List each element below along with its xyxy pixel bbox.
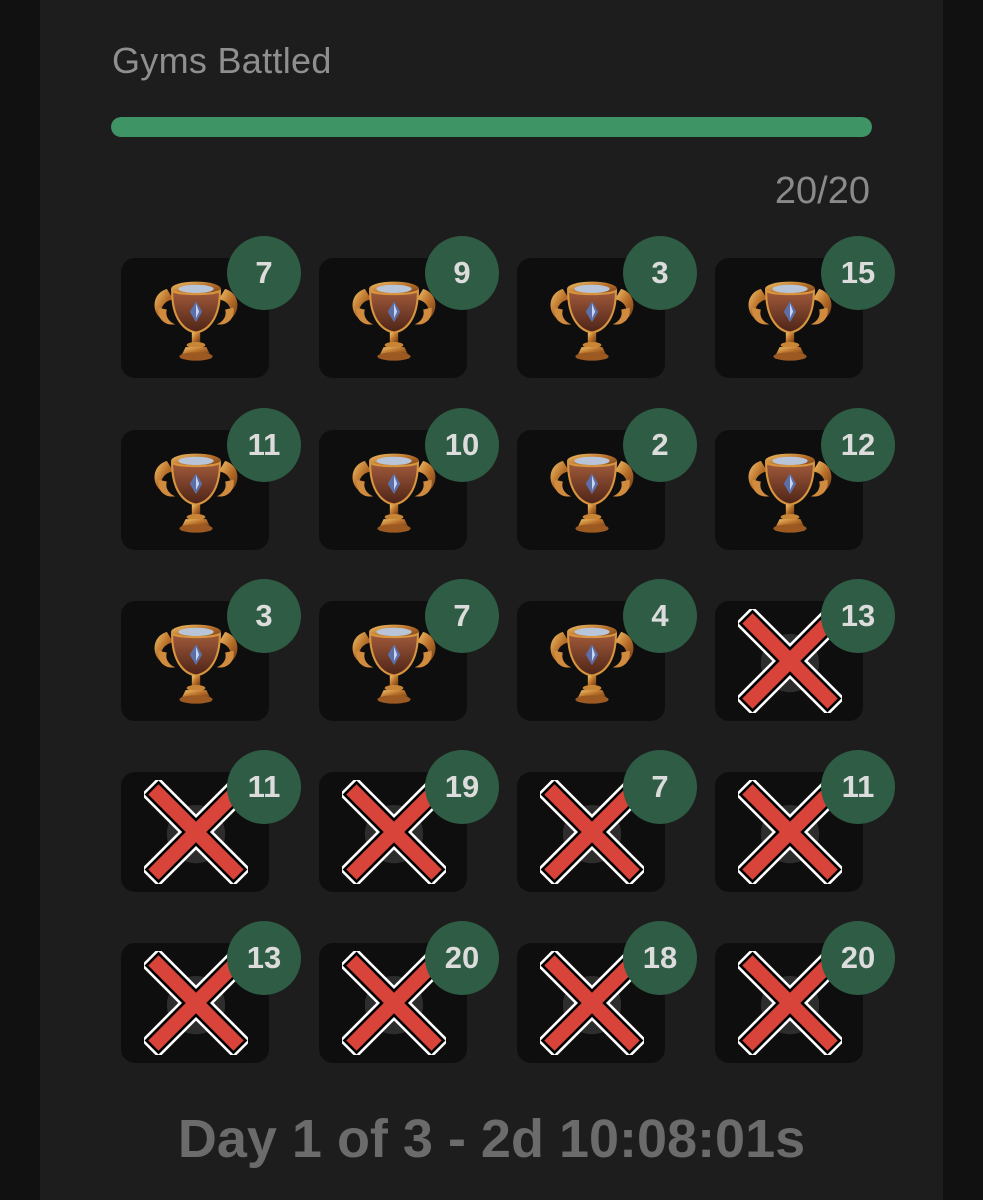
gym-tile[interactable]: 12 [715,408,895,550]
gym-count-badge: 4 [623,579,697,653]
gym-count-badge: 12 [821,408,895,482]
gym-count-badge: 11 [227,408,301,482]
gym-tile[interactable]: 7 [121,236,301,378]
event-timer: Day 1 of 3 - 2d 10:08:01s [177,1109,806,1169]
gym-count-badge: 18 [623,921,697,995]
gym-count-badge: 11 [821,750,895,824]
gym-count-badge: 7 [425,579,499,653]
gym-count-badge: 20 [425,921,499,995]
gym-tile[interactable]: 10 [319,408,499,550]
gym-count-badge: 7 [227,236,301,310]
gym-tile[interactable]: 2 [517,408,697,550]
gym-count-badge: 15 [821,236,895,310]
gym-count-badge: 9 [425,236,499,310]
gym-tile[interactable]: 3 [517,236,697,378]
gym-count-badge: 3 [623,236,697,310]
gym-count-badge: 19 [425,750,499,824]
gym-count-badge: 11 [227,750,301,824]
gym-grid: 7 9 3 15 11 10 2 12 3 7 4 13 11 19 7 11 … [0,0,983,1100]
gym-tile[interactable]: 4 [517,579,697,721]
gym-tile[interactable]: 3 [121,579,301,721]
gym-count-badge: 10 [425,408,499,482]
gym-tile[interactable]: 15 [715,236,895,378]
gym-tile[interactable]: 7 [319,579,499,721]
gym-count-badge: 2 [623,408,697,482]
gym-tile[interactable]: 18 [517,921,697,1063]
gym-tile[interactable]: 19 [319,750,499,892]
gym-tile[interactable]: 20 [715,921,895,1063]
gym-tile[interactable]: 9 [319,236,499,378]
gym-count-badge: 20 [821,921,895,995]
gym-count-badge: 13 [821,579,895,653]
gym-tile[interactable]: 11 [121,408,301,550]
gym-tile[interactable]: 11 [121,750,301,892]
gym-tile[interactable]: 13 [715,579,895,721]
gym-count-badge: 13 [227,921,301,995]
gym-tile[interactable]: 13 [121,921,301,1063]
gym-tile[interactable]: 11 [715,750,895,892]
gym-tile[interactable]: 7 [517,750,697,892]
gym-count-badge: 7 [623,750,697,824]
gym-tile[interactable]: 20 [319,921,499,1063]
gym-count-badge: 3 [227,579,301,653]
